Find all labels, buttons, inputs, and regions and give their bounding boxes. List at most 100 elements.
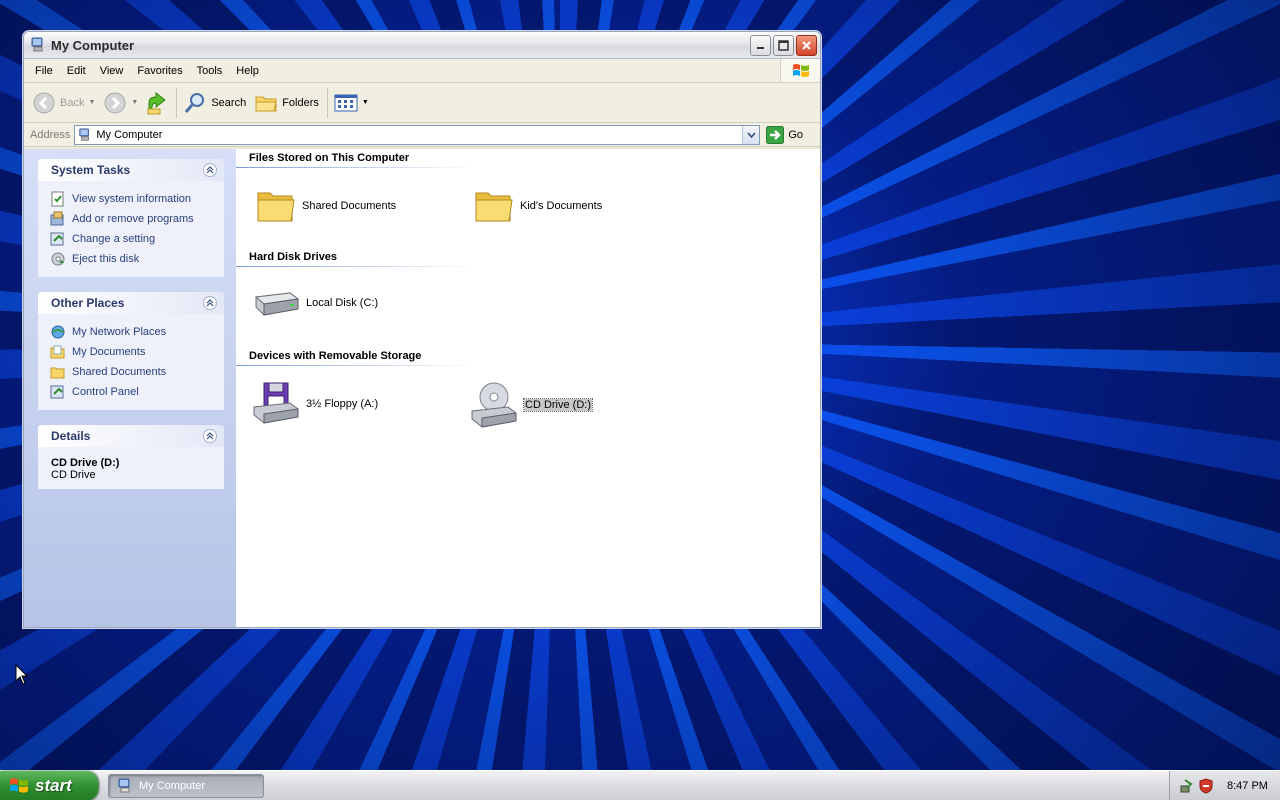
cd-drive-icon	[471, 382, 517, 428]
folders-label: Folders	[282, 96, 319, 109]
group-divider	[236, 266, 476, 267]
security-shield-icon[interactable]	[1199, 778, 1213, 794]
task-link[interactable]: Add or remove programs	[50, 209, 224, 229]
hard-disk-icon	[254, 292, 300, 316]
address-value: My Computer	[96, 128, 163, 141]
group-divider	[236, 167, 476, 168]
panel-title: Details	[51, 429, 91, 443]
add-remove-programs-icon	[50, 211, 64, 226]
item-shared-documents[interactable]: Shared Documents	[256, 187, 396, 225]
maximize-button[interactable]	[773, 34, 794, 56]
collapse-button[interactable]	[203, 429, 217, 443]
menu-help[interactable]: Help	[229, 65, 266, 77]
chevron-up-icon	[206, 299, 214, 307]
back-arrow-icon	[33, 92, 55, 113]
window-title: My Computer	[51, 37, 135, 53]
computer-icon	[31, 37, 43, 52]
computer-icon	[79, 127, 90, 141]
chevron-down-icon	[747, 132, 756, 138]
close-icon	[802, 40, 811, 50]
views-button[interactable]: ▼	[334, 93, 369, 113]
minimize-icon	[756, 47, 764, 49]
start-button[interactable]: start	[0, 770, 98, 800]
start-label: start	[35, 775, 72, 795]
content-area: Files Stored on This Computer Shared Doc…	[236, 149, 820, 627]
address-dropdown-button[interactable]	[742, 125, 760, 144]
place-link[interactable]: My Documents	[50, 342, 224, 362]
go-arrow-icon	[766, 125, 785, 144]
collapse-button[interactable]	[203, 163, 217, 177]
folder-icon	[257, 192, 295, 222]
place-link[interactable]: Control Panel	[50, 382, 224, 402]
menu-file[interactable]: File	[24, 65, 60, 77]
group-header-hard-disks: Hard Disk Drives	[249, 251, 338, 263]
menu-view[interactable]: View	[93, 65, 131, 77]
close-button[interactable]	[796, 34, 817, 56]
collapse-button[interactable]	[203, 296, 217, 310]
task-link[interactable]: Eject this disk	[50, 249, 224, 269]
network-tray-icon[interactable]	[1179, 778, 1195, 794]
item-local-disk-c[interactable]: Local Disk (C:)	[252, 285, 378, 321]
up-button[interactable]	[146, 91, 168, 115]
group-header-files: Files Stored on This Computer	[249, 152, 410, 164]
menu-tools[interactable]: Tools	[190, 65, 230, 77]
windows-flag-icon	[10, 777, 28, 793]
standard-toolbar: Back ▼ ▼ Search Folders ▼	[24, 83, 820, 123]
back-label: Back	[60, 96, 85, 109]
floppy-drive-icon	[253, 382, 299, 424]
details-name: CD Drive (D:)	[51, 457, 120, 469]
system-info-icon	[51, 191, 64, 207]
address-bar: Address My Computer Go	[24, 123, 820, 147]
folders-button[interactable]: Folders	[254, 92, 319, 114]
panel-title: Other Places	[51, 296, 125, 310]
forward-button[interactable]: ▼	[103, 91, 138, 115]
maximize-icon	[778, 39, 789, 51]
views-dropdown-icon[interactable]: ▼	[362, 99, 369, 106]
up-folder-icon	[147, 91, 167, 114]
control-panel-icon	[50, 232, 64, 246]
eject-disk-icon	[51, 252, 65, 266]
group-header-removable: Devices with Removable Storage	[249, 350, 422, 362]
clock[interactable]: 8:47 PM	[1227, 780, 1268, 792]
menu-edit[interactable]: Edit	[60, 65, 93, 77]
taskbar-button-label: My Computer	[139, 779, 206, 792]
address-field[interactable]: My Computer	[74, 124, 761, 145]
details-header[interactable]: Details	[38, 425, 224, 447]
taskbar-button-my-computer[interactable]: My Computer	[108, 773, 264, 798]
go-button[interactable]: Go	[766, 125, 803, 144]
system-tray: 8:47 PM	[1169, 771, 1280, 800]
taskbar: start My Computer 8:47 PM	[0, 770, 1280, 800]
place-link[interactable]: Shared Documents	[50, 362, 224, 382]
folder-icon	[50, 367, 65, 379]
chevron-up-icon	[206, 432, 214, 440]
menu-favorites[interactable]: Favorites	[130, 65, 189, 77]
folders-icon	[255, 96, 277, 111]
task-pane: System Tasks View system information Add…	[24, 149, 236, 627]
toolbar-separator	[176, 87, 178, 118]
item-kids-documents[interactable]: Kid's Documents	[474, 187, 602, 225]
network-places-icon	[51, 325, 65, 339]
address-label: Address	[30, 128, 71, 141]
back-button[interactable]: Back ▼	[32, 91, 95, 115]
item-cd-drive-d[interactable]: CD Drive (D:)	[470, 381, 593, 429]
place-link[interactable]: My Network Places	[50, 322, 224, 342]
control-panel-icon	[50, 385, 64, 399]
search-button[interactable]: Search	[183, 91, 246, 115]
forward-dropdown-icon[interactable]: ▼	[131, 99, 138, 106]
title-bar[interactable]: My Computer	[24, 32, 820, 59]
item-floppy-a[interactable]: 3½ Floppy (A:)	[252, 381, 378, 427]
other-places-panel: Other Places My Network Places My Docume…	[38, 292, 224, 410]
task-link[interactable]: View system information	[50, 189, 224, 209]
chevron-up-icon	[206, 166, 214, 174]
system-tasks-header[interactable]: System Tasks	[38, 159, 224, 181]
task-link[interactable]: Change a setting	[50, 229, 224, 249]
back-dropdown-icon[interactable]: ▼	[88, 99, 95, 106]
toolbar-separator	[326, 87, 328, 118]
computer-icon	[118, 778, 130, 792]
other-places-header[interactable]: Other Places	[38, 292, 224, 314]
group-divider	[236, 365, 476, 366]
system-tasks-panel: System Tasks View system information Add…	[38, 159, 224, 277]
search-label: Search	[211, 96, 247, 109]
details-panel: Details CD Drive (D:) CD Drive	[38, 425, 224, 489]
minimize-button[interactable]	[750, 34, 771, 56]
